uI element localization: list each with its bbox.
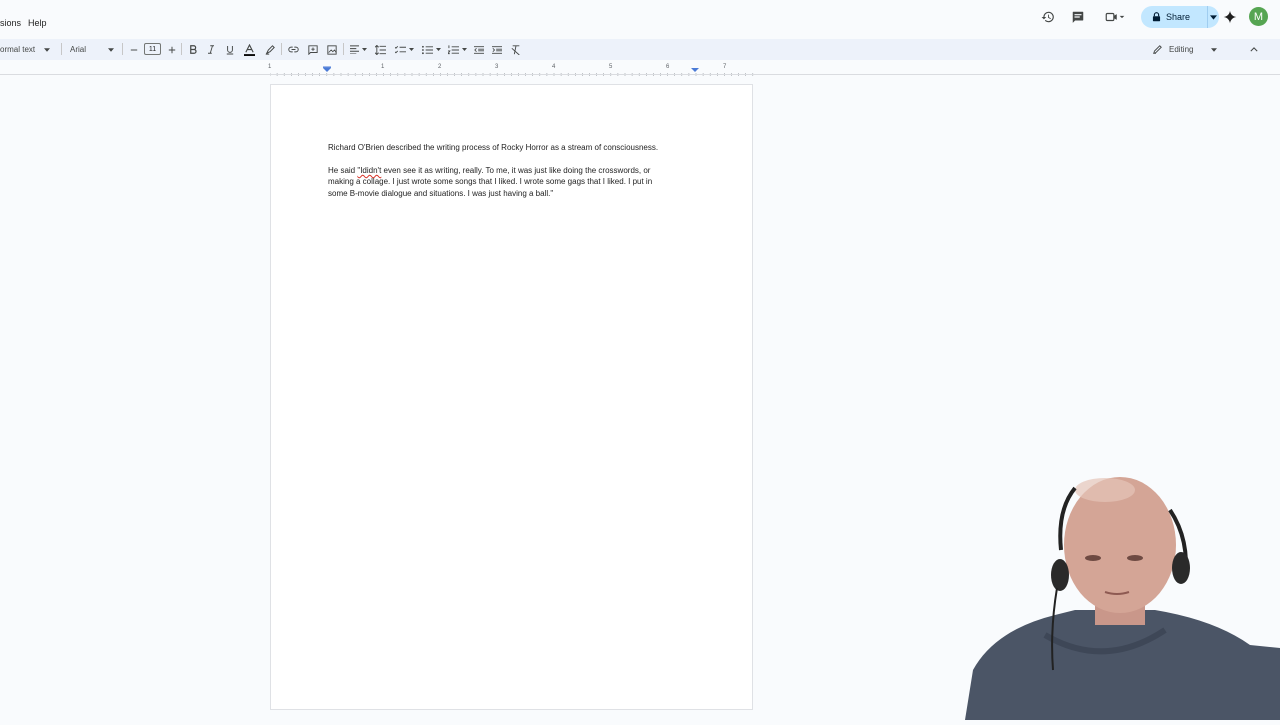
version-history-icon[interactable] [1036,5,1060,29]
meet-icon[interactable] [1100,5,1130,29]
comment-icon[interactable] [306,41,319,58]
document-page[interactable]: Richard O'Brien described the writing pr… [270,84,753,710]
bullet-list-icon[interactable] [420,41,442,58]
decrease-indent-icon[interactable] [472,41,485,58]
ruler-number: 1 [381,64,385,70]
plus-icon[interactable] [166,41,177,58]
text-color-icon[interactable] [243,41,256,58]
editing-mode-select[interactable]: Editing [1153,41,1233,58]
editing-mode-label: Editing [1169,45,1194,54]
paragraph-1[interactable]: Richard O'Brien described the writing pr… [328,142,658,153]
image-icon[interactable] [325,41,338,58]
first-line-indent-marker[interactable] [323,66,331,68]
comments-icon[interactable] [1066,5,1090,29]
paragraph-style-select[interactable]: ormal text [0,41,54,58]
paragraph-2[interactable]: He said "Ididn't even see it as writing,… [328,165,688,199]
lock-icon [1152,12,1161,22]
bold-icon[interactable] [187,41,199,58]
paragraph-2-text: even see it as writing, really. To me, i… [381,166,651,175]
gemini-icon[interactable] [1218,5,1242,29]
ruler-number: 7 [723,64,727,70]
checklist-icon[interactable] [393,41,415,58]
ruler-number: 4 [552,64,556,70]
clear-format-icon[interactable] [509,41,522,58]
ruler-number: 3 [495,64,499,70]
underline-icon[interactable] [224,41,236,58]
share-button[interactable]: Share [1141,6,1219,28]
font-size-input[interactable]: 11 [144,43,161,55]
ruler-number: 1 [268,64,272,70]
webcam-overlay [965,470,1280,720]
font-select[interactable]: Arial [70,41,118,58]
line-spacing-icon[interactable] [374,41,387,58]
font-value: Arial [70,45,87,54]
ruler-number: 6 [666,64,670,70]
align-icon[interactable] [348,41,368,58]
italic-icon[interactable] [205,41,217,58]
left-indent-marker[interactable] [323,68,331,72]
minus-icon[interactable] [128,41,139,58]
paragraph-2-line: some B-movie dialogue and situations. I … [328,188,554,198]
spelling-error[interactable]: "Ididn't [357,166,381,175]
pencil-icon [1153,45,1162,54]
paragraph-style-value: ormal text [0,45,36,54]
share-label: Share [1166,12,1191,22]
menu-help[interactable]: Help [28,18,47,28]
avatar[interactable]: M [1249,7,1268,26]
paragraph-2-text: He said [328,166,358,175]
ruler-number: 5 [609,64,613,70]
ruler-divider [0,74,1280,75]
ruler-number: 2 [438,64,442,70]
chevron-down-icon [44,47,51,52]
right-indent-marker[interactable] [691,68,699,72]
chevron-down-icon [1211,47,1218,52]
increase-indent-icon[interactable] [490,41,503,58]
paragraph-2-line: making a collage. I just wrote some song… [328,177,653,187]
collapse-menus-icon[interactable] [1247,41,1260,58]
menu-extensions[interactable]: sions [0,18,21,28]
chevron-down-icon [108,47,115,52]
highlight-icon[interactable] [263,41,276,58]
link-icon[interactable] [287,41,300,58]
numbered-list-icon[interactable] [446,41,468,58]
